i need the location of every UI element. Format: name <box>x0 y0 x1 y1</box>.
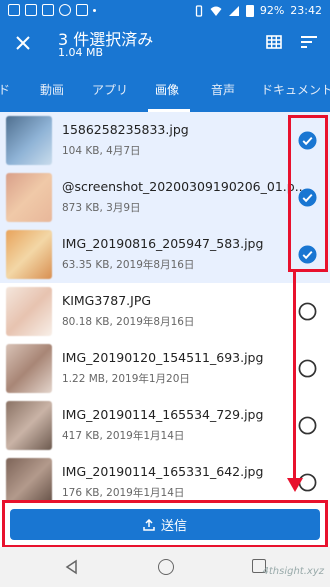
home-icon[interactable] <box>158 559 174 575</box>
close-selection-button[interactable] <box>10 30 36 56</box>
tab-apps[interactable]: アプリ <box>92 81 128 98</box>
file-thumbnail <box>6 287 52 336</box>
file-row[interactable]: IMG_20190816_205947_583.jpg 63.35 KB, 20… <box>0 226 330 283</box>
status-bar: 92% 23:42 <box>0 0 330 22</box>
app-notification-icon <box>59 4 71 16</box>
file-thumbnail <box>6 344 52 393</box>
battery-percent: 92% <box>259 4 285 17</box>
tab-audio[interactable]: 音声 <box>211 81 235 98</box>
tab-documents[interactable]: ドキュメント <box>261 81 330 98</box>
file-meta: 104 KB, 4月7日 <box>62 145 141 157</box>
file-thumbnail <box>6 458 52 500</box>
signal-icon <box>228 5 239 16</box>
file-name: IMG_20190120_154511_693.jpg <box>62 350 264 365</box>
file-name: IMG_20190114_165534_729.jpg <box>62 407 264 422</box>
file-row[interactable]: KIMG3787.JPG 80.18 KB, 2019年8月16日 <box>0 283 330 340</box>
more-notifications-icon <box>93 9 96 12</box>
tab-partial[interactable]: ド <box>0 81 10 98</box>
battery-icon <box>245 4 254 17</box>
send-button-highlight-box <box>2 500 328 548</box>
gallery-notification-icon <box>8 4 20 16</box>
notification-icons <box>8 4 96 16</box>
file-name: 1586258235833.jpg <box>62 122 189 137</box>
file-meta: 176 KB, 2019年1月14日 <box>62 487 185 499</box>
file-meta: 417 KB, 2019年1月14日 <box>62 430 185 442</box>
back-icon[interactable] <box>64 559 80 575</box>
file-name: IMG_20190114_165331_642.jpg <box>62 464 264 479</box>
file-list: 1586258235833.jpg 104 KB, 4月7日 @screensh… <box>0 112 330 500</box>
selection-app-bar: 3 件選択済み 1.04 MB <box>0 22 330 66</box>
unchecked-checkbox-icon[interactable] <box>298 302 317 321</box>
file-row[interactable]: IMG_20190114_165534_729.jpg 417 KB, 2019… <box>0 397 330 454</box>
file-row[interactable]: IMG_20190120_154511_693.jpg 1.22 MB, 201… <box>0 340 330 397</box>
file-row[interactable]: 1586258235833.jpg 104 KB, 4月7日 <box>0 112 330 169</box>
mail-notification-icon <box>76 4 88 16</box>
category-tabs: ド 動画 アプリ 画像 音声 ドキュメント <box>0 66 330 112</box>
file-meta: 1.22 MB, 2019年1月20日 <box>62 373 190 385</box>
file-name: @screenshot_20200309190206_01.p... <box>62 179 307 194</box>
vibrate-icon <box>195 4 202 17</box>
clock: 23:42 <box>290 4 322 17</box>
image-notification-icon <box>25 4 37 16</box>
selection-size-subtitle: 1.04 MB <box>58 46 104 59</box>
grid-view-icon[interactable] <box>266 34 282 50</box>
file-meta: 873 KB, 3月9日 <box>62 202 141 214</box>
watermark: 4thsight.xyz <box>262 566 324 577</box>
file-name: KIMG3787.JPG <box>62 293 152 308</box>
file-thumbnail <box>6 173 52 222</box>
file-thumbnail <box>6 230 52 279</box>
file-thumbnail <box>6 116 52 165</box>
file-meta: 80.18 KB, 2019年8月16日 <box>62 316 195 328</box>
wifi-icon <box>210 6 222 16</box>
file-row[interactable]: @screenshot_20200309190206_01.p... 873 K… <box>0 169 330 226</box>
unchecked-checkbox-icon[interactable] <box>298 416 317 435</box>
close-icon <box>16 36 30 50</box>
sort-icon[interactable] <box>300 34 318 50</box>
annotation-arrow-head <box>287 478 303 492</box>
unchecked-checkbox-icon[interactable] <box>298 359 317 378</box>
tab-images[interactable]: 画像 <box>155 81 179 98</box>
message-notification-icon <box>42 4 54 16</box>
file-row[interactable]: IMG_20190114_165331_642.jpg 176 KB, 2019… <box>0 454 330 500</box>
system-indicators: 92% 23:42 <box>194 4 322 17</box>
tab-videos[interactable]: 動画 <box>40 81 64 98</box>
file-name: IMG_20190816_205947_583.jpg <box>62 236 264 251</box>
file-meta: 63.35 KB, 2019年8月16日 <box>62 259 195 271</box>
file-thumbnail <box>6 401 52 450</box>
checkbox-highlight-box <box>288 115 328 272</box>
annotation-arrow-line <box>293 270 296 482</box>
